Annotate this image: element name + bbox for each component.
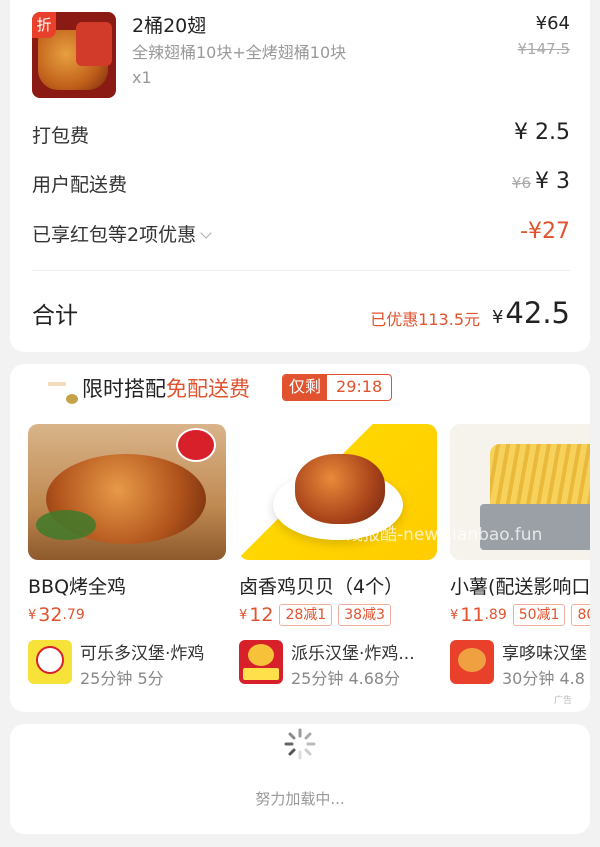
timer-tag: 仅剩 xyxy=(283,375,328,400)
store-logo xyxy=(450,640,494,684)
promo-title-prefix: 限时搭配 xyxy=(82,377,166,401)
timer-value: 29:18 xyxy=(336,377,383,396)
store-logo xyxy=(28,640,72,684)
item-quantity: x1 xyxy=(132,68,152,87)
store-logo xyxy=(239,640,283,684)
delivery-fee-value: ¥ 3 xyxy=(535,169,570,194)
divider xyxy=(32,270,570,271)
product-thumbnail[interactable]: 折 xyxy=(32,12,116,98)
ad-label: 广告 xyxy=(553,696,572,706)
delivery-fee-original: ¥6 xyxy=(511,174,531,192)
loading-text: 努力加载中... xyxy=(255,790,345,808)
packing-fee-value: ¥ 2.5 xyxy=(514,120,570,145)
product-price: ¥12 28减1 38减3 xyxy=(239,604,391,626)
discount-value: -¥27 xyxy=(520,219,570,244)
store-meta: 25分钟 5分 xyxy=(80,669,164,688)
item-price: ¥64 xyxy=(535,13,570,34)
discount-label: 已享红包等2项优惠 xyxy=(32,224,197,246)
total-amount: ¥42.5 xyxy=(492,296,570,330)
bucket-image xyxy=(76,22,112,66)
product-image-roast-chicken[interactable] xyxy=(28,424,226,560)
packing-fee-label: 打包费 xyxy=(32,125,90,147)
product-name: BBQ烤全鸡 xyxy=(28,576,127,598)
order-summary-card: 折 2桶20翅 全辣翅桶10块+全烤翅桶10块 x1 ¥64 ¥147.5 打包… xyxy=(10,0,590,352)
discount-tag: 28减1 xyxy=(279,604,333,626)
total-currency: ¥ xyxy=(491,307,504,328)
total-label: 合计 xyxy=(32,303,78,329)
loading-spinner-icon xyxy=(284,728,316,760)
product-name: 卤香鸡贝贝（4个） xyxy=(239,576,404,598)
store-meta: 30分钟 4.8 xyxy=(502,669,585,688)
product-price: ¥32.79 xyxy=(28,604,85,626)
discount-tag: 38减3 xyxy=(338,604,391,626)
saved-amount: 已优惠113.5元 xyxy=(370,310,480,329)
store-name: 派乐汉堡·炸鸡... xyxy=(291,644,415,664)
store-name: 享哆味汉堡 xyxy=(502,644,587,664)
delivery-fee-label: 用户配送费 xyxy=(32,174,128,196)
promo-title-highlight: 免配送费 xyxy=(166,377,250,401)
discount-tag: 50减1 xyxy=(512,604,566,626)
loading-card: 努力加载中... xyxy=(10,724,590,834)
product-price: ¥11.89 50减1 80 xyxy=(450,604,590,626)
product-name: 小薯(配送影响口 xyxy=(450,576,590,598)
discount-row[interactable]: 已享红包等2项优惠 xyxy=(32,220,212,247)
item-title: 2桶20翅 xyxy=(132,15,207,37)
countdown-timer: 仅剩 29:18 xyxy=(282,374,393,401)
total-amount-value: 42.5 xyxy=(505,296,570,330)
watermark: 线报酷-new.xianbao.fun xyxy=(346,525,543,545)
chevron-down-icon xyxy=(200,227,212,239)
promo-title: 限时搭配免配送费 xyxy=(82,373,250,403)
decoration-dot xyxy=(66,394,78,404)
item-description: 全辣翅桶10块+全烤翅桶10块 xyxy=(132,43,347,62)
store-name: 可乐多汉堡·炸鸡 xyxy=(80,644,205,664)
delivery-fee-row: ¥6 ¥ 3 xyxy=(512,169,570,194)
product-card-1[interactable]: BBQ烤全鸡 ¥32.79 可乐多汉堡·炸鸡 25分钟 5分 xyxy=(28,424,226,688)
store-meta: 25分钟 4.68分 xyxy=(291,669,401,688)
decoration xyxy=(48,382,66,386)
discount-badge: 折 xyxy=(32,12,56,38)
item-original-price: ¥147.5 xyxy=(517,40,571,58)
discount-tag: 80 xyxy=(571,604,590,626)
